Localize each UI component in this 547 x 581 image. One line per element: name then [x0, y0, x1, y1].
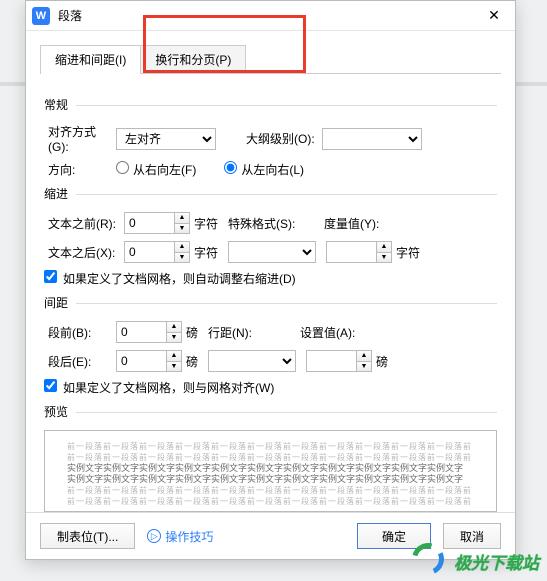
align-select[interactable]: 左对齐 — [116, 128, 216, 150]
indent-before-spinner[interactable]: ▲▼ — [124, 212, 190, 234]
indent-after-spinner[interactable]: ▲▼ — [124, 241, 190, 263]
space-before-label: 段前(B): — [44, 324, 116, 341]
outline-label: 大纲级别(O): — [242, 130, 322, 147]
auto-indent-checkbox[interactable]: 如果定义了文档网格，则自动调整右缩进(D) — [44, 270, 296, 287]
space-before-spinner[interactable]: ▲▼ — [116, 321, 182, 343]
pt-unit: 磅 — [186, 324, 198, 341]
pt-unit: 磅 — [186, 353, 198, 370]
outline-select[interactable] — [322, 128, 422, 150]
app-icon: W — [32, 7, 50, 25]
preview-box: 前一段落前一段落前一段落前一段落前一段落前一段落前一段落前一段落前一段落前一段落… — [44, 430, 497, 512]
spin-down-icon[interactable]: ▼ — [175, 253, 189, 263]
tabstops-button[interactable]: 制表位(T)... — [40, 523, 135, 549]
spin-up-icon[interactable]: ▲ — [175, 242, 189, 253]
indent-after-label: 文本之后(X): — [44, 244, 124, 261]
line-spacing-select[interactable] — [208, 350, 296, 372]
spin-up-icon[interactable]: ▲ — [357, 351, 371, 362]
space-after-label: 段后(E): — [44, 353, 116, 370]
section-preview: 预览 — [44, 403, 497, 420]
close-button[interactable]: ✕ — [479, 3, 509, 29]
tab-line-page[interactable]: 换行和分页(P) — [140, 45, 246, 73]
set-value-spinner[interactable]: ▲▼ — [306, 350, 372, 372]
spin-up-icon[interactable]: ▲ — [175, 213, 189, 224]
align-label: 对齐方式(G): — [44, 123, 116, 154]
spin-down-icon[interactable]: ▼ — [377, 253, 391, 263]
line-spacing-label: 行距(N): — [208, 324, 266, 341]
char-unit: 字符 — [194, 215, 218, 232]
measure-label: 度量值(Y): — [324, 215, 379, 232]
char-unit: 字符 — [396, 244, 420, 261]
watermark-text: 极光下载站 — [454, 549, 539, 574]
paragraph-dialog: W 段落 ✕ 缩进和间距(I) 换行和分页(P) 常规 对齐方式(G): 左对齐… — [25, 0, 516, 560]
section-indent: 缩进 — [44, 185, 497, 202]
direction-label: 方向: — [44, 161, 116, 178]
tip-icon: ▷ — [147, 529, 161, 543]
grid-align-checkbox[interactable]: 如果定义了文档网格，则与网格对齐(W) — [44, 379, 274, 396]
indent-before-label: 文本之前(R): — [44, 215, 124, 232]
direction-ltr-radio[interactable]: 从左向右(L) — [224, 161, 304, 178]
spin-down-icon[interactable]: ▼ — [175, 224, 189, 234]
titlebar: W 段落 ✕ — [26, 1, 515, 31]
measure-spinner[interactable]: ▲▼ — [326, 241, 392, 263]
dialog-title: 段落 — [58, 7, 82, 24]
spin-up-icon[interactable]: ▲ — [167, 322, 181, 333]
spin-up-icon[interactable]: ▲ — [167, 351, 181, 362]
direction-rtl-radio[interactable]: 从右向左(F) — [116, 161, 196, 178]
spin-down-icon[interactable]: ▼ — [167, 362, 181, 372]
section-spacing: 间距 — [44, 294, 497, 311]
watermark: 极光下载站 — [412, 543, 539, 579]
spin-down-icon[interactable]: ▼ — [357, 362, 371, 372]
space-after-spinner[interactable]: ▲▼ — [116, 350, 182, 372]
tabstrip: 缩进和间距(I) 换行和分页(P) — [40, 45, 501, 74]
pt-unit: 磅 — [376, 353, 388, 370]
tips-link[interactable]: ▷操作技巧 — [147, 528, 213, 545]
section-general: 常规 — [44, 96, 497, 113]
special-label: 特殊格式(S): — [228, 215, 306, 232]
char-unit: 字符 — [194, 244, 218, 261]
special-select[interactable] — [228, 241, 316, 263]
spin-down-icon[interactable]: ▼ — [167, 333, 181, 343]
set-value-label: 设置值(A): — [300, 324, 355, 341]
tab-indent-spacing[interactable]: 缩进和间距(I) — [40, 45, 141, 73]
spin-up-icon[interactable]: ▲ — [377, 242, 391, 253]
watermark-logo-icon — [412, 543, 448, 579]
